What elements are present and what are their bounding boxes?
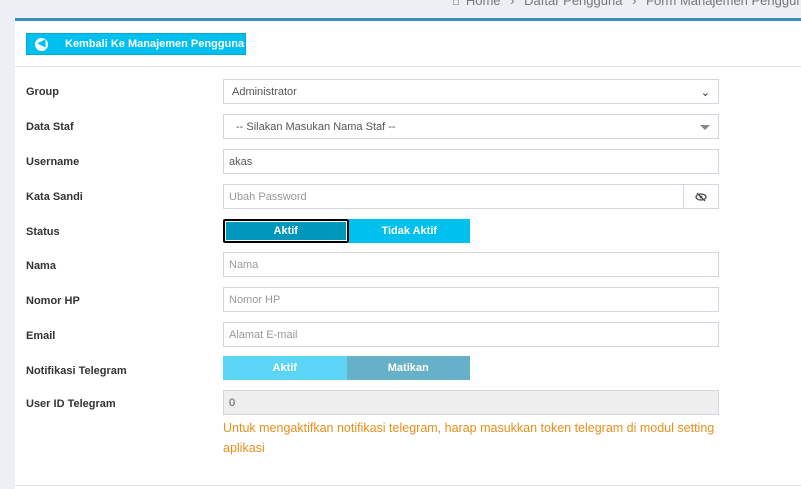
telegram-user-id-label: User ID Telegram	[26, 398, 116, 410]
breadcrumb-current: Form Manajemen Pengguna	[646, 0, 801, 8]
status-inactive-option[interactable]: Tidak Aktif	[348, 219, 470, 243]
email-input[interactable]: Alamat E-mail	[223, 322, 719, 347]
name-placeholder: Nama	[229, 258, 259, 271]
telegram-disable-option[interactable]: Matikan	[346, 356, 470, 380]
back-button-label: Kembali Ke Manajemen Pengguna	[65, 38, 245, 50]
group-select[interactable]: Administrator ⌄	[223, 79, 719, 104]
phone-placeholder: Nomor HP	[229, 293, 281, 306]
group-select-value: Administrator	[232, 85, 297, 98]
telegram-user-id-input: 0	[223, 390, 719, 415]
staff-select-value: -- Silakan Masukan Nama Staf --	[236, 120, 396, 133]
email-label: Email	[26, 330, 56, 342]
username-value: akas	[229, 155, 253, 168]
chevron-down-icon: ⌄	[700, 87, 710, 99]
home-icon: ⌂	[452, 0, 460, 8]
telegram-notification-toggle: Aktif Matikan	[223, 356, 470, 380]
toggle-password-visibility-button[interactable]	[683, 185, 718, 208]
username-input[interactable]: akas	[223, 149, 719, 174]
phone-input[interactable]: Nomor HP	[223, 287, 719, 312]
caret-down-icon	[700, 125, 710, 130]
breadcrumb-home[interactable]: Home	[466, 0, 501, 8]
status-label: Status	[26, 226, 60, 238]
password-placeholder: Ubah Password	[229, 190, 307, 203]
phone-label: Nomor HP	[26, 295, 80, 307]
breadcrumb-separator: ›	[632, 0, 637, 8]
staff-select[interactable]: -- Silakan Masukan Nama Staf --	[223, 114, 719, 139]
breadcrumb-separator: ›	[510, 0, 515, 8]
name-input[interactable]: Nama	[223, 252, 719, 277]
telegram-enable-option[interactable]: Aktif	[223, 356, 347, 380]
back-to-user-management-button[interactable]: ◀ Kembali Ke Manajemen Pengguna	[26, 33, 246, 55]
telegram-user-id-value: 0	[229, 396, 236, 409]
status-active-option[interactable]: Aktif	[223, 219, 349, 243]
name-label: Nama	[26, 260, 56, 272]
user-form-card: ◀ Kembali Ke Manajemen Pengguna Group Ad…	[15, 18, 801, 489]
group-label: Group	[26, 86, 59, 98]
staff-label: Data Staf	[26, 121, 74, 133]
breadcrumb-user-list[interactable]: Daftar Pengguna	[524, 0, 622, 8]
arrow-circle-left-icon: ◀	[35, 37, 48, 51]
email-placeholder: Alamat E-mail	[229, 328, 298, 341]
card-header: ◀ Kembali Ke Manajemen Pengguna	[15, 21, 801, 67]
password-input[interactable]: Ubah Password	[223, 184, 719, 209]
telegram-notification-label: Notifikasi Telegram	[26, 365, 127, 377]
telegram-hint-text: Untuk mengaktifkan notifikasi telegram, …	[223, 421, 715, 455]
breadcrumb: ⌂ Home › Daftar Pengguna › Form Manajemen…	[452, 0, 801, 8]
card-footer	[15, 485, 801, 489]
eye-slash-icon	[695, 192, 707, 201]
status-toggle: Aktif Tidak Aktif	[223, 219, 470, 243]
username-label: Username	[26, 156, 80, 168]
password-label: Kata Sandi	[26, 191, 83, 203]
